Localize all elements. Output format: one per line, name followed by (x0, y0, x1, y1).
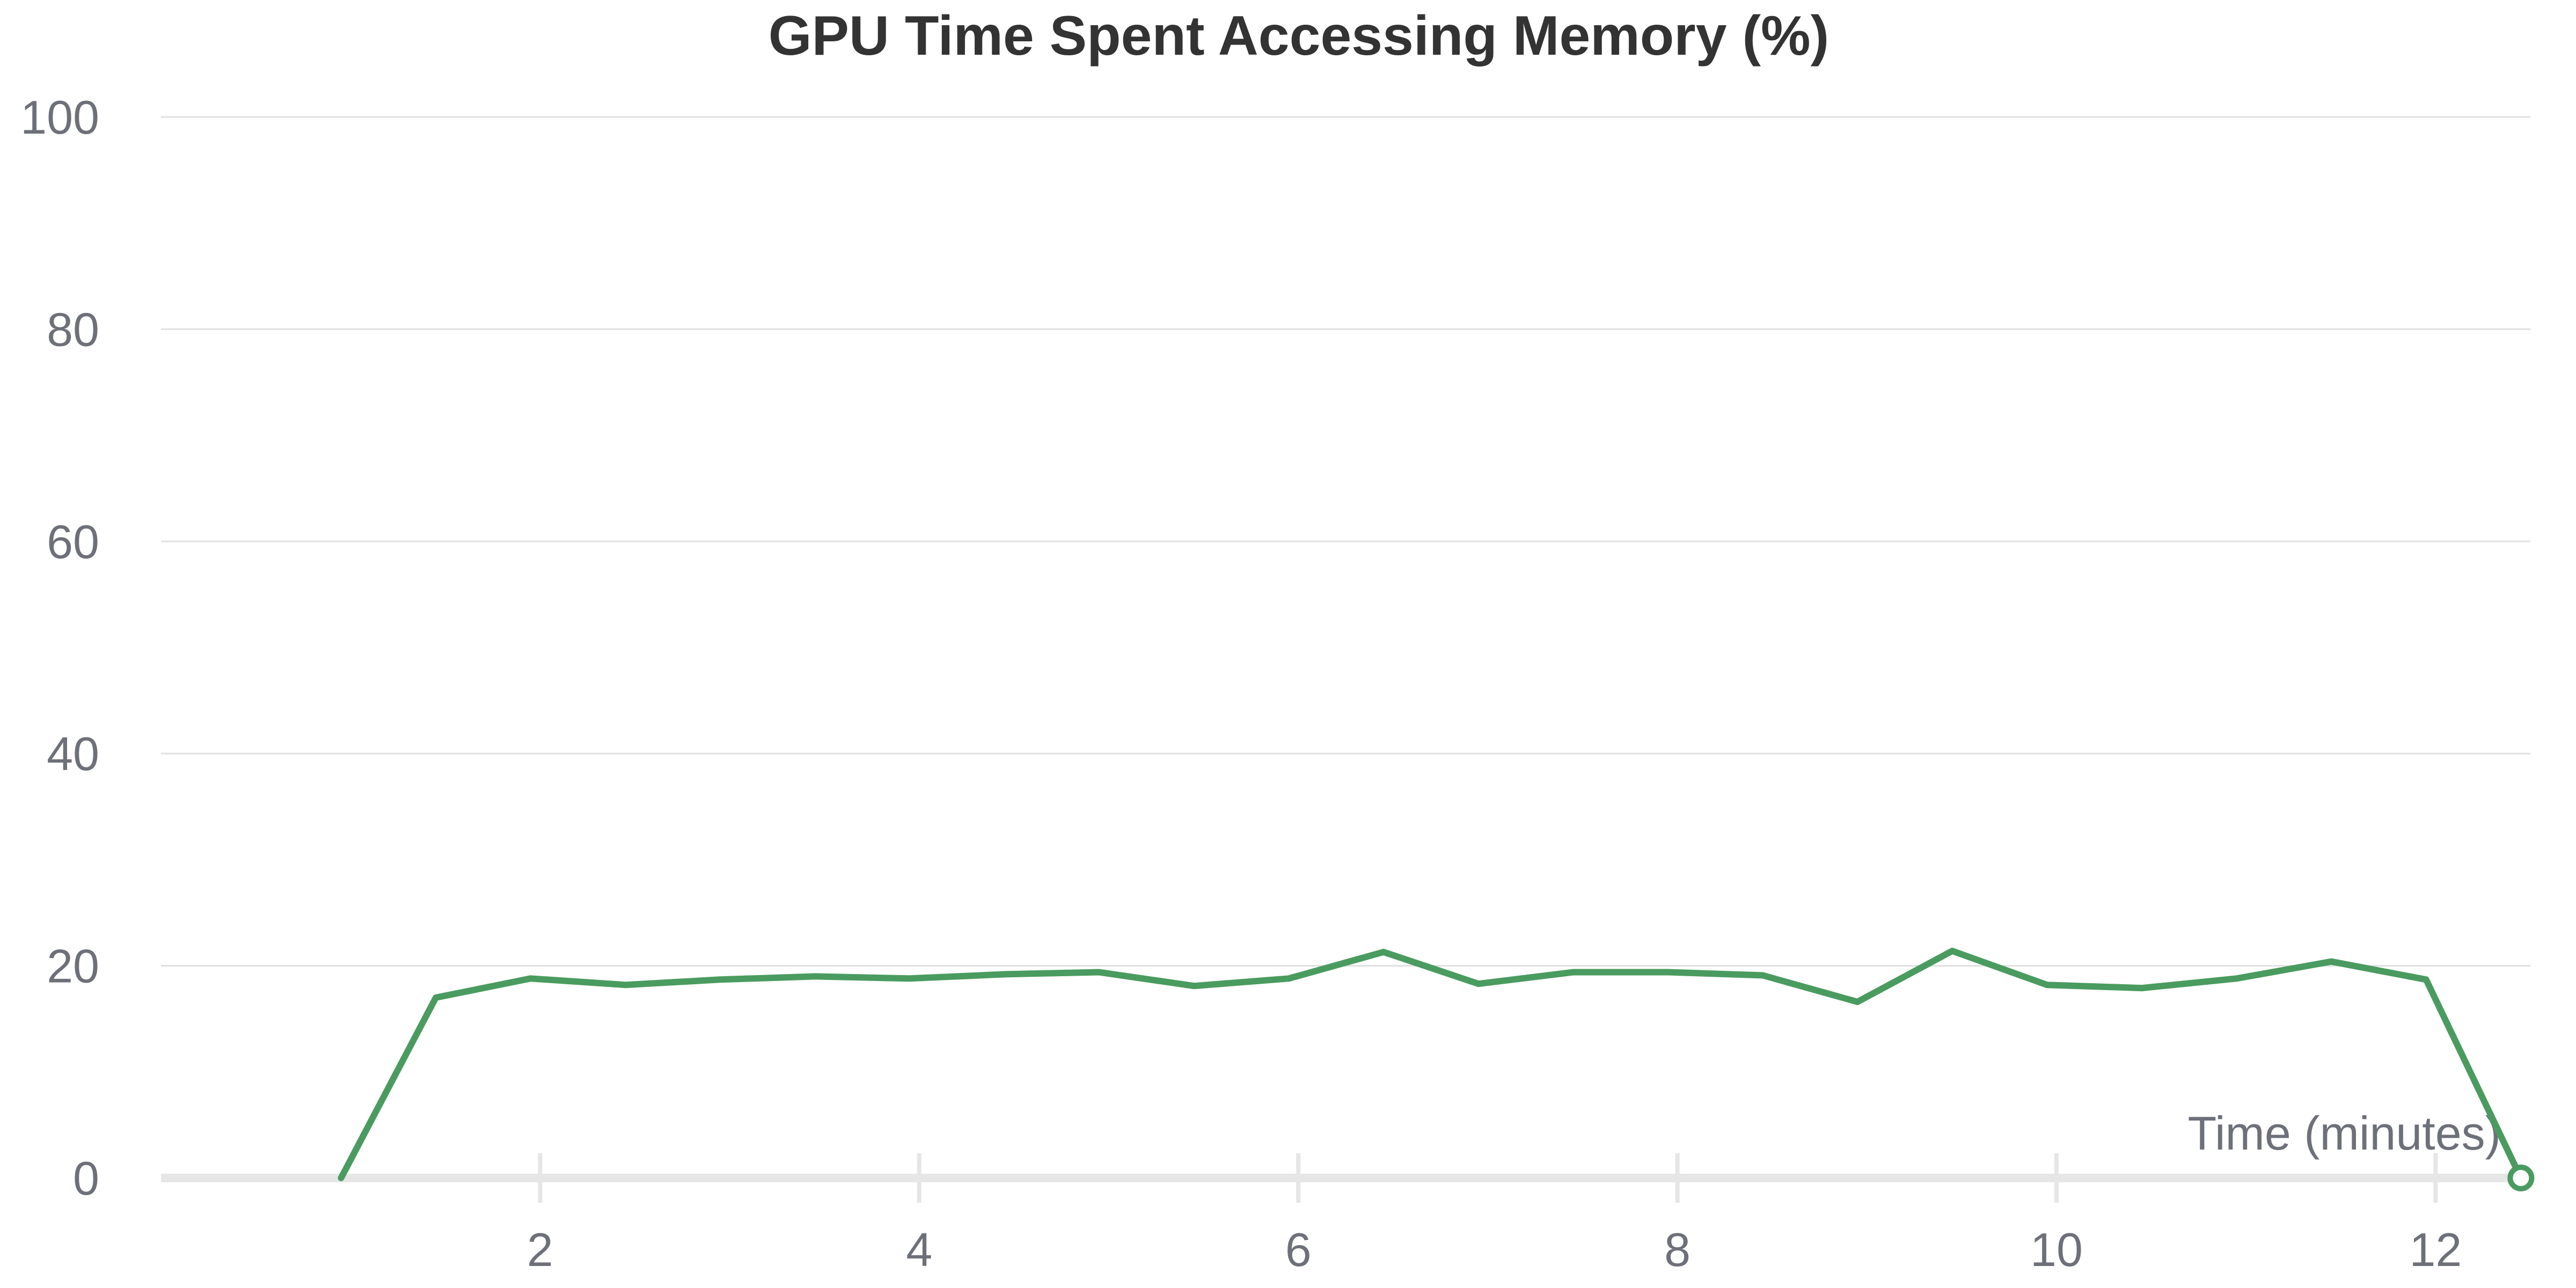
data-point (2328, 958, 2334, 965)
data-point (622, 982, 628, 988)
data-point (717, 976, 723, 983)
y-tick-label: 20 (47, 940, 99, 993)
data-point (1286, 975, 1292, 982)
y-axis-labels: 0 20 40 60 80 100 (20, 91, 99, 1205)
x-tick-label: 2 (527, 1223, 553, 1276)
x-axis-label: Time (minutes) (2188, 1107, 2501, 1160)
data-point (812, 973, 818, 979)
data-point (906, 975, 913, 982)
data-point (1854, 999, 1861, 1005)
data-point (1475, 980, 1482, 987)
chart-container: GPU Time Spent Accessing Memory (%) 0 20 4… (0, 0, 2576, 1288)
data-point (2044, 982, 2050, 988)
data-point (2423, 976, 2429, 983)
x-tick-label: 12 (2409, 1223, 2462, 1276)
data-point (1380, 949, 1387, 955)
y-tick-label: 0 (73, 1152, 99, 1205)
data-point (433, 994, 439, 1001)
data-point (338, 1175, 345, 1181)
x-tick-label: 6 (1285, 1223, 1312, 1276)
y-tick-label: 60 (47, 515, 99, 568)
data-point (1191, 983, 1197, 989)
y-tick-label: 100 (20, 91, 99, 144)
data-point (2139, 985, 2145, 991)
y-tick-label: 40 (47, 727, 99, 780)
line-chart: GPU Time Spent Accessing Memory (%) 0 20 4… (20, 5, 2535, 1276)
y-tick-label: 80 (47, 303, 99, 356)
data-point (1001, 971, 1008, 977)
data-point (1096, 969, 1102, 975)
grid-lines (161, 116, 2530, 967)
x-axis-labels: 2 4 6 8 10 12 (527, 1223, 2462, 1276)
x-tick-label: 8 (1664, 1223, 1690, 1276)
data-point (1949, 948, 1956, 954)
x-axis (161, 1153, 2530, 1203)
data-point (528, 975, 534, 982)
data-point (1760, 972, 1766, 978)
data-point (1665, 969, 1671, 975)
data-point (1570, 969, 1576, 975)
last-point-marker (2507, 1165, 2535, 1191)
chart-title: GPU Time Spent Accessing Memory (%) (769, 5, 1829, 67)
data-point (2234, 975, 2240, 982)
x-tick-label: 4 (906, 1223, 932, 1276)
x-tick-label: 10 (2030, 1223, 2083, 1276)
